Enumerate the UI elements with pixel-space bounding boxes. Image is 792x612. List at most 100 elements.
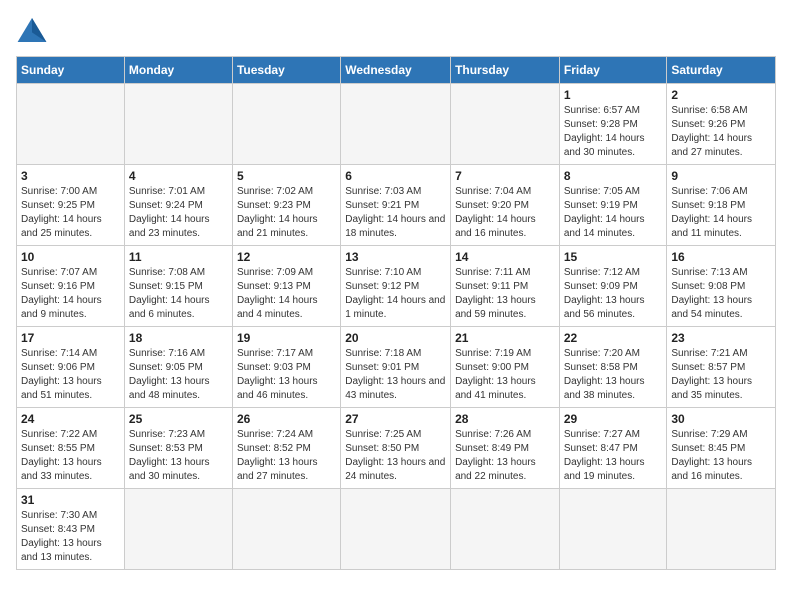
day-info: Sunrise: 7:06 AM Sunset: 9:18 PM Dayligh… (671, 185, 771, 241)
day-number: 30 (671, 412, 771, 426)
day-info: Sunrise: 7:07 AM Sunset: 9:16 PM Dayligh… (21, 266, 120, 322)
day-info: Sunrise: 7:24 AM Sunset: 8:52 PM Dayligh… (237, 428, 336, 484)
day-info: Sunrise: 7:01 AM Sunset: 9:24 PM Dayligh… (129, 185, 228, 241)
day-number: 17 (21, 331, 120, 345)
day-info: Sunrise: 7:25 AM Sunset: 8:50 PM Dayligh… (345, 428, 446, 484)
day-number: 29 (564, 412, 663, 426)
calendar-day-cell (451, 489, 560, 570)
day-info: Sunrise: 7:18 AM Sunset: 9:01 PM Dayligh… (345, 347, 446, 403)
day-number: 13 (345, 250, 446, 264)
day-number: 23 (671, 331, 771, 345)
calendar-day-cell: 27 Sunrise: 7:25 AM Sunset: 8:50 PM Dayli… (341, 408, 451, 489)
calendar-day-cell (341, 489, 451, 570)
day-info: Sunrise: 7:14 AM Sunset: 9:06 PM Dayligh… (21, 347, 120, 403)
calendar-week-row: 3Sunrise: 7:00 AM Sunset: 9:25 PM Daylig… (17, 165, 776, 246)
calendar-week-row: 10 Sunrise: 7:07 AM Sunset: 9:16 PM Dayli… (17, 246, 776, 327)
day-info: Sunrise: 7:23 AM Sunset: 8:53 PM Dayligh… (129, 428, 228, 484)
day-number: 9 (671, 169, 771, 183)
day-number: 8 (564, 169, 663, 183)
calendar-day-cell: 18 Sunrise: 7:16 AM Sunset: 9:05 PM Dayli… (124, 327, 232, 408)
calendar-day-cell (559, 489, 667, 570)
day-number: 4 (129, 169, 228, 183)
calendar-day-cell: 11Sunrise: 7:08 AM Sunset: 9:15 PM Dayli… (124, 246, 232, 327)
day-info: Sunrise: 7:05 AM Sunset: 9:19 PM Dayligh… (564, 185, 663, 241)
calendar-day-cell (124, 489, 232, 570)
calendar-week-row: 1 Sunrise: 6:57 AM Sunset: 9:28 PM Daylig… (17, 84, 776, 165)
day-info: Sunrise: 7:03 AM Sunset: 9:21 PM Dayligh… (345, 185, 446, 241)
day-info: Sunrise: 7:30 AM Sunset: 8:43 PM Dayligh… (21, 509, 120, 565)
calendar-day-cell: 7 Sunrise: 7:04 AM Sunset: 9:20 PM Daylig… (451, 165, 560, 246)
calendar-day-cell: 6 Sunrise: 7:03 AM Sunset: 9:21 PM Daylig… (341, 165, 451, 246)
calendar-day-cell (667, 489, 776, 570)
logo (16, 16, 52, 44)
day-number: 22 (564, 331, 663, 345)
day-info: Sunrise: 7:04 AM Sunset: 9:20 PM Dayligh… (455, 185, 555, 241)
weekday-header-row: SundayMondayTuesdayWednesdayThursdayFrid… (17, 57, 776, 84)
day-number: 6 (345, 169, 446, 183)
day-info: Sunrise: 7:22 AM Sunset: 8:55 PM Dayligh… (21, 428, 120, 484)
day-info: Sunrise: 7:00 AM Sunset: 9:25 PM Dayligh… (21, 185, 120, 241)
calendar-day-cell: 19 Sunrise: 7:17 AM Sunset: 9:03 PM Dayli… (232, 327, 340, 408)
day-number: 28 (455, 412, 555, 426)
day-info: Sunrise: 7:02 AM Sunset: 9:23 PM Dayligh… (237, 185, 336, 241)
day-info: Sunrise: 7:19 AM Sunset: 9:00 PM Dayligh… (455, 347, 555, 403)
calendar-day-cell: 29 Sunrise: 7:27 AM Sunset: 8:47 PM Dayli… (559, 408, 667, 489)
calendar-day-cell: 26 Sunrise: 7:24 AM Sunset: 8:52 PM Dayli… (232, 408, 340, 489)
calendar-day-cell: 5 Sunrise: 7:02 AM Sunset: 9:23 PM Daylig… (232, 165, 340, 246)
calendar-day-cell: 16 Sunrise: 7:13 AM Sunset: 9:08 PM Dayli… (667, 246, 776, 327)
day-info: Sunrise: 7:12 AM Sunset: 9:09 PM Dayligh… (564, 266, 663, 322)
calendar-week-row: 17 Sunrise: 7:14 AM Sunset: 9:06 PM Dayli… (17, 327, 776, 408)
day-info: Sunrise: 7:29 AM Sunset: 8:45 PM Dayligh… (671, 428, 771, 484)
day-info: Sunrise: 7:16 AM Sunset: 9:05 PM Dayligh… (129, 347, 228, 403)
calendar-day-cell (232, 489, 340, 570)
weekday-header: Wednesday (341, 57, 451, 84)
calendar-day-cell: 23 Sunrise: 7:21 AM Sunset: 8:57 PM Dayli… (667, 327, 776, 408)
day-number: 24 (21, 412, 120, 426)
calendar-day-cell: 17 Sunrise: 7:14 AM Sunset: 9:06 PM Dayli… (17, 327, 125, 408)
calendar-day-cell: 31 Sunrise: 7:30 AM Sunset: 8:43 PM Dayli… (17, 489, 125, 570)
day-number: 2 (671, 88, 771, 102)
calendar-week-row: 24 Sunrise: 7:22 AM Sunset: 8:55 PM Dayli… (17, 408, 776, 489)
day-number: 27 (345, 412, 446, 426)
day-info: Sunrise: 7:17 AM Sunset: 9:03 PM Dayligh… (237, 347, 336, 403)
day-number: 26 (237, 412, 336, 426)
calendar-day-cell: 21Sunrise: 7:19 AM Sunset: 9:00 PM Dayli… (451, 327, 560, 408)
weekday-header: Tuesday (232, 57, 340, 84)
day-number: 16 (671, 250, 771, 264)
day-info: Sunrise: 7:13 AM Sunset: 9:08 PM Dayligh… (671, 266, 771, 322)
calendar-day-cell (17, 84, 125, 165)
day-number: 11 (129, 250, 228, 264)
day-number: 18 (129, 331, 228, 345)
day-info: Sunrise: 7:11 AM Sunset: 9:11 PM Dayligh… (455, 266, 555, 322)
calendar-day-cell: 3Sunrise: 7:00 AM Sunset: 9:25 PM Daylig… (17, 165, 125, 246)
day-number: 10 (21, 250, 120, 264)
calendar-day-cell: 10 Sunrise: 7:07 AM Sunset: 9:16 PM Dayli… (17, 246, 125, 327)
calendar-day-cell: 12 Sunrise: 7:09 AM Sunset: 9:13 PM Dayli… (232, 246, 340, 327)
day-number: 1 (564, 88, 663, 102)
day-number: 14 (455, 250, 555, 264)
calendar-day-cell: 30 Sunrise: 7:29 AM Sunset: 8:45 PM Dayli… (667, 408, 776, 489)
weekday-header: Friday (559, 57, 667, 84)
calendar-day-cell: 4 Sunrise: 7:01 AM Sunset: 9:24 PM Daylig… (124, 165, 232, 246)
day-number: 7 (455, 169, 555, 183)
day-number: 31 (21, 493, 120, 507)
weekday-header: Sunday (17, 57, 125, 84)
calendar-day-cell: 22 Sunrise: 7:20 AM Sunset: 8:58 PM Dayli… (559, 327, 667, 408)
day-number: 12 (237, 250, 336, 264)
calendar-week-row: 31 Sunrise: 7:30 AM Sunset: 8:43 PM Dayli… (17, 489, 776, 570)
calendar-day-cell: 20Sunrise: 7:18 AM Sunset: 9:01 PM Dayli… (341, 327, 451, 408)
day-number: 25 (129, 412, 228, 426)
day-number: 15 (564, 250, 663, 264)
day-number: 19 (237, 331, 336, 345)
day-info: Sunrise: 7:27 AM Sunset: 8:47 PM Dayligh… (564, 428, 663, 484)
day-number: 5 (237, 169, 336, 183)
calendar-day-cell (451, 84, 560, 165)
day-info: Sunrise: 6:57 AM Sunset: 9:28 PM Dayligh… (564, 104, 663, 160)
day-info: Sunrise: 7:20 AM Sunset: 8:58 PM Dayligh… (564, 347, 663, 403)
day-info: Sunrise: 7:26 AM Sunset: 8:49 PM Dayligh… (455, 428, 555, 484)
weekday-header: Thursday (451, 57, 560, 84)
calendar-day-cell (124, 84, 232, 165)
calendar-day-cell: 15 Sunrise: 7:12 AM Sunset: 9:09 PM Dayli… (559, 246, 667, 327)
day-info: Sunrise: 7:21 AM Sunset: 8:57 PM Dayligh… (671, 347, 771, 403)
day-info: Sunrise: 7:09 AM Sunset: 9:13 PM Dayligh… (237, 266, 336, 322)
